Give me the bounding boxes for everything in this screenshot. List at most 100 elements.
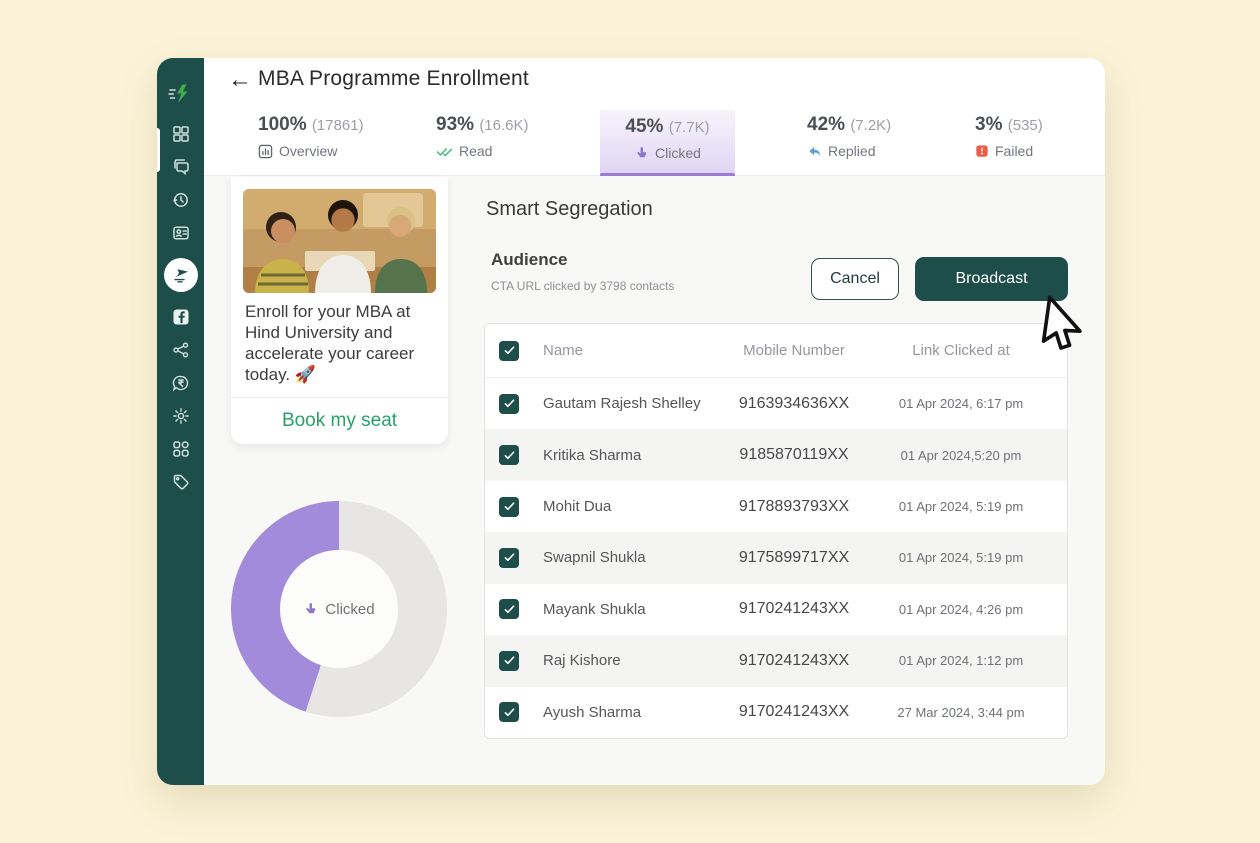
table-header-row: Name Mobile Number Link Clicked at	[485, 324, 1067, 378]
tab-overview-label: Overview	[279, 143, 338, 159]
row-checkbox[interactable]	[499, 547, 519, 568]
contact-mobile: 9175899717XX	[738, 548, 850, 566]
rupee-chat-icon	[172, 375, 188, 392]
sidebar-nav	[163, 124, 198, 492]
tab-replied[interactable]: 42% (7.2K) Replied	[807, 110, 891, 176]
check-icon	[504, 605, 514, 613]
contact-mobile: 9163934636XX	[738, 394, 850, 412]
back-arrow-icon[interactable]: ←	[228, 68, 252, 92]
row-checkbox[interactable]	[499, 650, 519, 671]
failed-percent: 3%	[975, 114, 1003, 135]
sidebar-item-settings[interactable]	[171, 406, 191, 426]
chats-icon	[173, 159, 189, 176]
donut-chart: Clicked	[231, 501, 447, 717]
check-icon	[504, 502, 514, 511]
audience-title: Audience	[491, 250, 568, 269]
row-checkbox[interactable]	[499, 702, 519, 723]
sidebar-item-apps[interactable]	[171, 439, 191, 459]
tab-clicked[interactable]: 45% (7.7K) Clicked	[600, 110, 735, 177]
check-icon	[504, 708, 514, 716]
bar-chart-icon	[258, 144, 273, 158]
contact-clicked-at: 01 Apr 2024,5:20 pm	[900, 447, 1022, 463]
campaign-image	[243, 189, 436, 293]
sidebar-item-integrations[interactable]	[171, 340, 191, 360]
sidebar-item-campaigns[interactable]	[163, 258, 198, 292]
check-icon	[504, 399, 514, 408]
contact-clicked-at: 27 Mar 2024, 3:44 pm	[897, 704, 1025, 720]
select-all-checkbox[interactable]	[499, 340, 519, 361]
facebook-icon	[173, 309, 188, 325]
check-icon	[504, 553, 514, 562]
settings-gear-icon	[172, 408, 189, 424]
tag-icon	[173, 474, 188, 490]
header-mobile: Mobile Number	[743, 342, 845, 359]
contact-clicked-at: 01 Apr 2024, 5:19 pm	[898, 550, 1024, 566]
reply-arrow-icon	[809, 146, 820, 156]
contact-clicked-at: 01 Apr 2024, 6:17 pm	[898, 396, 1024, 412]
contact-mobile: 9170241243XX	[738, 703, 850, 721]
contact-name: Mayank Shukla	[543, 600, 646, 618]
pointer-hand-icon	[637, 146, 647, 157]
app-window: ← MBA Programme Enrollment 100% (17861) …	[157, 58, 1105, 785]
contact-name: Kritika Sharma	[543, 446, 642, 464]
row-checkbox[interactable]	[499, 496, 519, 517]
main-panel: ← MBA Programme Enrollment 100% (17861) …	[204, 58, 1105, 785]
tab-replied-label: Replied	[828, 143, 876, 159]
sidebar-item-history[interactable]	[171, 190, 191, 210]
broadcast-button[interactable]: Broadcast	[915, 257, 1068, 301]
app-logo-icon[interactable]	[167, 82, 194, 108]
tab-read-label: Read	[459, 143, 493, 159]
row-checkbox[interactable]	[499, 393, 519, 414]
table-body: Gautam Rajesh Shelley 9163934636XX 01 Ap…	[485, 378, 1067, 738]
header-name: Name	[543, 342, 584, 359]
contact-name: Raj Kishore	[543, 652, 621, 670]
double-check-icon	[436, 147, 453, 156]
table-row: Gautam Rajesh Shelley 9163934636XX 01 Ap…	[485, 378, 1067, 429]
contact-name: Ayush Sharma	[543, 703, 642, 721]
contact-mobile: 9170241243XX	[738, 651, 850, 669]
sidebar-item-payments[interactable]	[171, 373, 191, 393]
contact-clicked-at: 01 Apr 2024, 1:12 pm	[898, 653, 1024, 669]
tab-overview[interactable]: 100% (17861) Overview	[258, 110, 364, 176]
message-preview-card: Enroll for your MBA at Hind University a…	[231, 177, 448, 444]
header-clicked-at: Link Clicked at	[912, 342, 1010, 359]
check-icon	[504, 656, 514, 665]
failed-count: (535)	[1007, 117, 1043, 134]
row-checkbox[interactable]	[499, 599, 519, 620]
send-plane-icon	[173, 269, 188, 283]
row-checkbox[interactable]	[499, 445, 519, 466]
overview-count: (17861)	[311, 117, 364, 134]
contacts-card-icon	[172, 226, 189, 240]
contact-mobile: 9170241243XX	[738, 600, 850, 618]
tab-read[interactable]: 93% (16.6K) Read	[436, 110, 529, 176]
table-row: Ayush Sharma 9170241243XX 27 Mar 2024, 3…	[485, 687, 1067, 738]
sidebar-item-dashboard[interactable]	[171, 124, 191, 144]
clicked-percent: 45%	[625, 116, 664, 137]
sidebar-item-facebook[interactable]	[171, 307, 191, 327]
contact-clicked-at: 01 Apr 2024, 5:19 pm	[898, 499, 1024, 515]
donut-label-text: Clicked	[325, 600, 375, 618]
section-title: Smart Segregation	[486, 198, 653, 220]
page-title: MBA Programme Enrollment	[258, 67, 529, 90]
table-row: Mohit Dua 9178893793XX 01 Apr 2024, 5:19…	[485, 481, 1067, 532]
sidebar-scroll-indicator	[157, 128, 160, 172]
table-row: Raj Kishore 9170241243XX 01 Apr 2024, 1:…	[485, 635, 1067, 687]
history-clock-icon	[172, 193, 188, 207]
cta-button[interactable]: Book my seat	[231, 398, 448, 444]
page-header: ← MBA Programme Enrollment	[204, 58, 1105, 102]
sidebar-item-chats[interactable]	[171, 157, 191, 177]
cancel-button[interactable]: Cancel	[811, 258, 899, 300]
tab-failed-label: Failed	[995, 143, 1034, 159]
sidebar-item-contacts[interactable]	[171, 223, 191, 243]
replied-count: (7.2K)	[850, 117, 892, 134]
contact-mobile: 9178893793XX	[738, 497, 850, 515]
tab-failed[interactable]: 3% (535) Failed	[975, 110, 1043, 176]
failed-alert-icon	[976, 145, 988, 157]
campaign-message-text: Enroll for your MBA at Hind University a…	[245, 302, 415, 384]
clicked-count: (7.7K)	[668, 119, 710, 136]
content-area: Enroll for your MBA at Hind University a…	[204, 176, 1105, 785]
sidebar-item-tags[interactable]	[171, 472, 191, 492]
read-percent: 93%	[436, 114, 475, 135]
contacts-table: Name Mobile Number Link Clicked at Gauta…	[484, 323, 1068, 739]
check-icon	[504, 346, 514, 355]
